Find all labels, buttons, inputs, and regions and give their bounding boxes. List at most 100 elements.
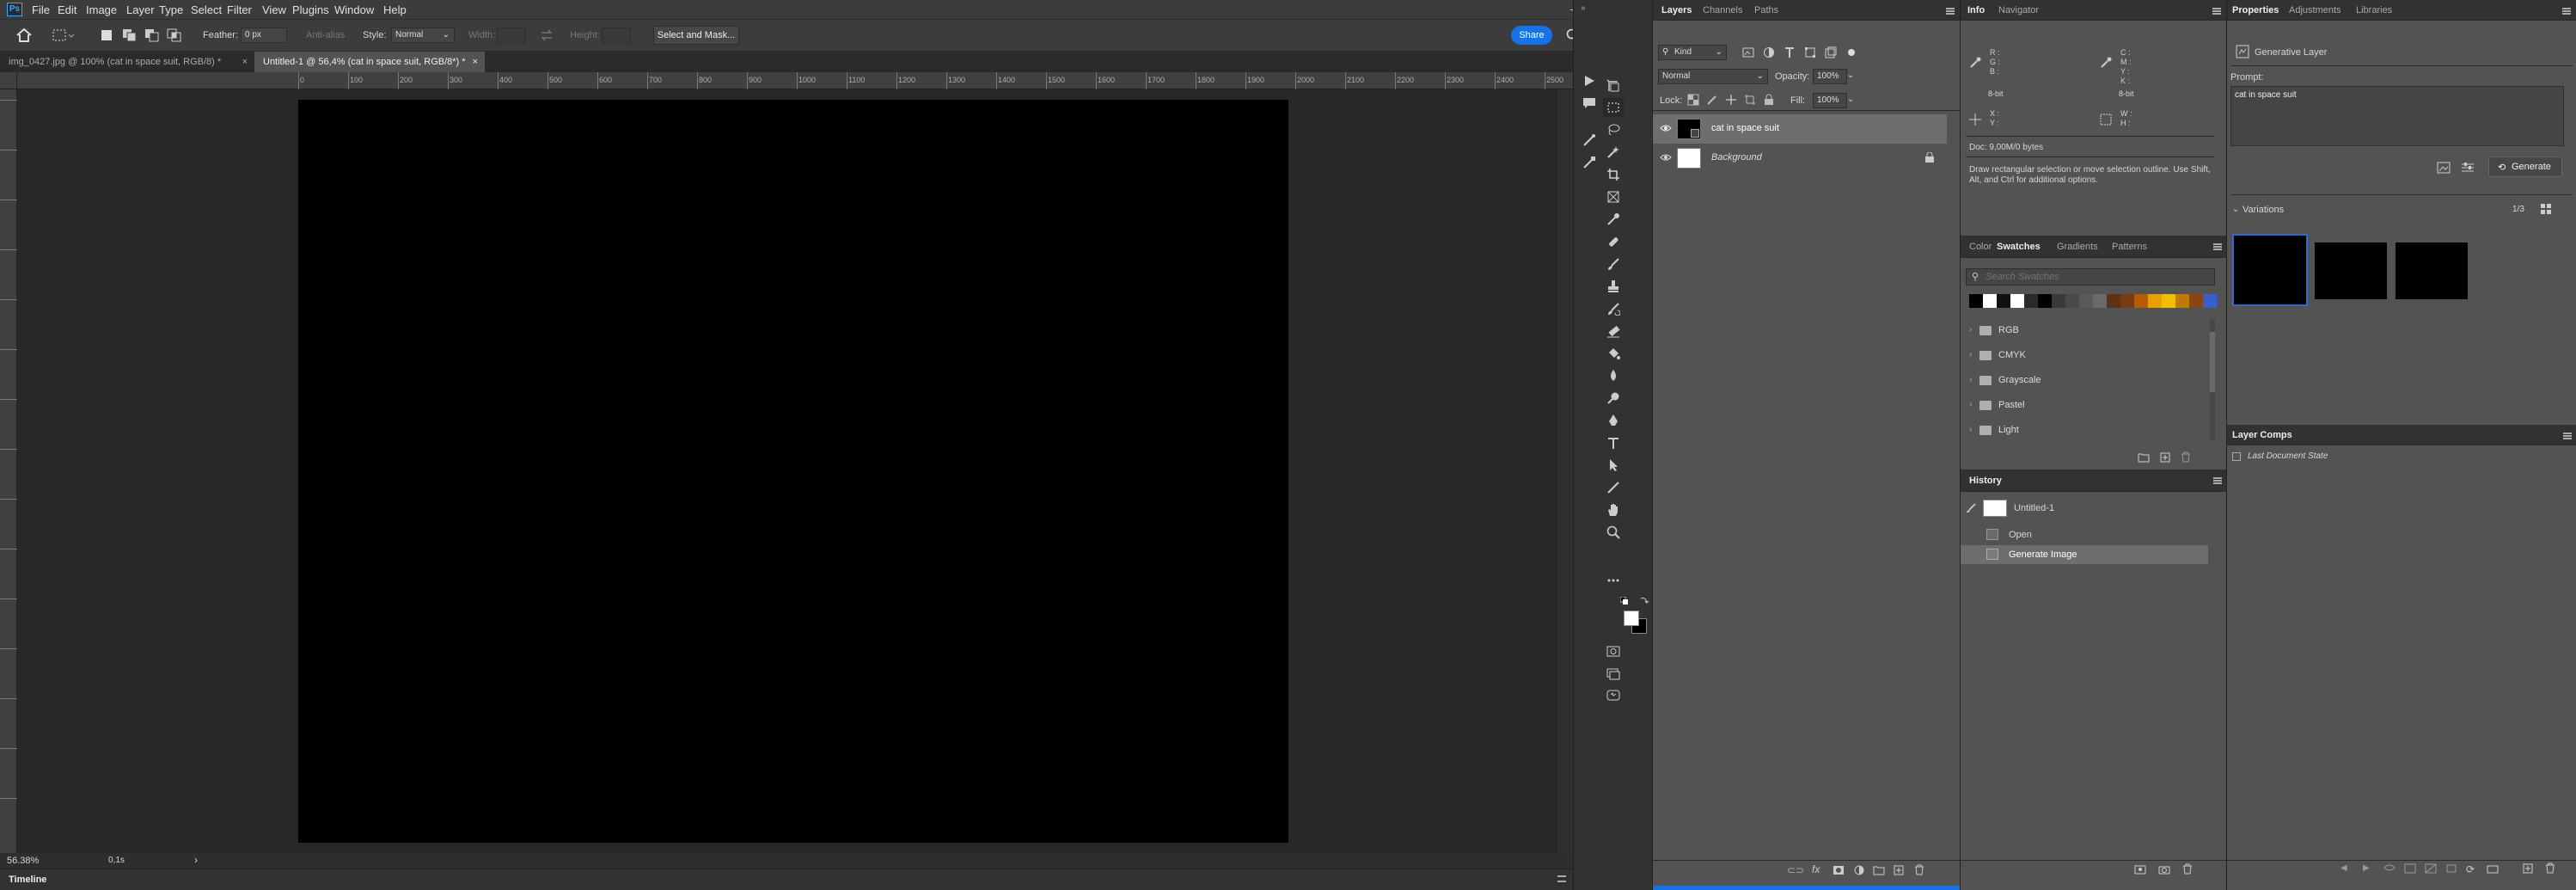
delete-state-icon[interactable] xyxy=(2182,863,2193,875)
menu-file[interactable]: File xyxy=(32,3,50,17)
swatch[interactable] xyxy=(1969,294,1983,308)
layer-row-background[interactable]: Background xyxy=(1653,144,1947,173)
new-layer-icon[interactable] xyxy=(1894,865,1904,875)
clone-stamp-tool-icon[interactable] xyxy=(1603,277,1624,296)
photoshop-logo[interactable]: Ps xyxy=(7,3,22,16)
swatch[interactable] xyxy=(2093,294,2107,308)
swatch[interactable] xyxy=(2134,294,2148,308)
comment-icon[interactable] xyxy=(1579,95,1600,114)
variations-label[interactable]: Variations xyxy=(2243,205,2284,215)
tab-paths[interactable]: Paths xyxy=(1754,0,1778,21)
swatch[interactable] xyxy=(2189,294,2203,308)
timeline-title[interactable]: Timeline xyxy=(9,875,46,885)
lock-position-icon[interactable] xyxy=(1725,94,1737,106)
layers-panel-menu-icon[interactable] xyxy=(1946,8,1955,15)
filter-smart-object-icon[interactable] xyxy=(1825,46,1837,58)
swatch[interactable] xyxy=(2010,294,2024,308)
filter-pixel-icon[interactable] xyxy=(1742,46,1754,58)
width-input[interactable] xyxy=(497,28,526,43)
eyedropper-tool-icon[interactable] xyxy=(1603,210,1624,229)
delete-layer-icon[interactable] xyxy=(1914,864,1924,875)
layer-filter-kind-select[interactable]: ⚲ Kind ⌄ xyxy=(1658,45,1727,60)
swatch[interactable] xyxy=(2038,294,2052,308)
swatch[interactable] xyxy=(2079,294,2093,308)
eye-icon[interactable] xyxy=(1660,153,1672,162)
menu-help[interactable]: Help xyxy=(383,3,407,17)
comp-appearance-icon[interactable] xyxy=(2425,863,2437,874)
swatch[interactable] xyxy=(2065,294,2079,308)
delete-swatch-icon[interactable] xyxy=(2181,451,2191,463)
close-tab-icon[interactable]: × xyxy=(242,52,248,72)
new-snapshot-icon[interactable] xyxy=(2158,864,2170,875)
blur-tool-icon[interactable] xyxy=(1603,366,1624,385)
history-brush-tool-icon[interactable] xyxy=(1603,299,1624,318)
more-tools-icon[interactable] xyxy=(1603,571,1624,590)
swap-icon[interactable] xyxy=(540,29,554,41)
path-selection-tool-icon[interactable] xyxy=(1603,456,1624,475)
brush-tool-icon[interactable] xyxy=(1603,255,1624,273)
chevron-down-icon[interactable]: ⌄ xyxy=(1847,95,1854,104)
swatches-search-input[interactable] xyxy=(1986,270,2209,284)
generative-ai-icon[interactable] xyxy=(1603,686,1624,705)
swatch[interactable] xyxy=(2203,294,2217,308)
lock-pixels-icon[interactable] xyxy=(1706,94,1718,106)
horizontal-ruler[interactable]: 0 100 200 300 400 500 600 700 800 900 1000 1100 1200… xyxy=(0,72,1573,89)
new-swatch-group-icon[interactable] xyxy=(2138,452,2150,463)
rectangular-marquee-tool-icon[interactable] xyxy=(1603,98,1624,117)
tab-img-0427[interactable]: img_0427.jpg @ 100% (cat in space suit, … xyxy=(0,52,254,72)
share-button[interactable]: Share xyxy=(1511,26,1552,45)
swap-colors-icon[interactable] xyxy=(1639,595,1649,605)
menu-image[interactable]: Image xyxy=(86,3,117,17)
new-selection-icon[interactable] xyxy=(100,28,113,42)
eraser-tool-icon[interactable] xyxy=(1603,322,1624,341)
select-and-mask-button[interactable]: Select and Mask... xyxy=(653,26,739,45)
swatch[interactable] xyxy=(2120,294,2134,308)
swatches-scrollbar[interactable] xyxy=(2210,320,2215,440)
comp-artboard-icon[interactable] xyxy=(2445,863,2457,874)
brush-settings-icon[interactable] xyxy=(1579,131,1600,150)
quick-mask-icon[interactable] xyxy=(1603,641,1624,660)
history-item-generate-image[interactable]: Generate Image xyxy=(1961,545,2208,564)
adjustment-presets-icon[interactable] xyxy=(1579,153,1600,172)
menu-type[interactable]: Type xyxy=(159,3,183,17)
history-item-open[interactable]: Open xyxy=(1961,525,2208,544)
close-tab-icon[interactable]: × xyxy=(473,52,478,72)
swatch[interactable] xyxy=(2175,294,2189,308)
swatch[interactable] xyxy=(2107,294,2120,308)
lasso-tool-icon[interactable] xyxy=(1603,120,1624,139)
menu-window[interactable]: Window xyxy=(334,3,374,17)
layer-name[interactable]: cat in space suit xyxy=(1711,123,1779,133)
history-brush-source-icon[interactable] xyxy=(1966,503,1976,513)
zoom-tool-icon[interactable] xyxy=(1603,523,1624,542)
vertical-scrollbar[interactable] xyxy=(1557,89,1573,853)
foreground-color-swatch[interactable] xyxy=(1624,611,1639,626)
new-swatch-icon[interactable] xyxy=(2160,452,2170,463)
tab-swatches[interactable]: Swatches xyxy=(1997,236,2041,258)
add-selection-icon[interactable] xyxy=(122,28,138,42)
variation-thumbnail-2[interactable] xyxy=(2315,242,2387,299)
chevron-right-icon[interactable]: › xyxy=(1969,375,1972,384)
tab-libraries[interactable]: Libraries xyxy=(2356,0,2392,21)
history-snapshot[interactable]: Untitled-1 xyxy=(1961,499,2208,518)
comp-visibility-icon[interactable] xyxy=(2383,863,2395,872)
prompt-textarea[interactable]: cat in space suit xyxy=(2230,86,2564,146)
status-menu-arrow[interactable]: › xyxy=(194,854,198,866)
rectangle-marquee-preset-icon[interactable] xyxy=(52,28,76,42)
layer-row-cat-in-space-suit[interactable]: cat in space suit xyxy=(1653,114,1947,144)
reference-image-icon[interactable] xyxy=(2437,162,2451,174)
filter-type-icon[interactable] xyxy=(1784,46,1796,58)
home-icon[interactable] xyxy=(15,28,33,43)
paint-bucket-tool-icon[interactable] xyxy=(1603,344,1624,363)
intersect-selection-icon[interactable] xyxy=(167,28,182,42)
tab-properties[interactable]: Properties xyxy=(2232,0,2279,21)
scrollbar-thumb[interactable] xyxy=(2210,332,2215,392)
generation-settings-icon[interactable] xyxy=(2461,162,2475,174)
crop-tool-icon[interactable] xyxy=(1603,165,1624,184)
tab-color[interactable]: Color xyxy=(1969,236,1992,258)
chevron-right-icon[interactable]: › xyxy=(1969,400,1972,409)
menu-layer[interactable]: Layer xyxy=(126,3,155,17)
swatch-folder-grayscale[interactable]: › Grayscale xyxy=(1961,368,2218,393)
line-tool-icon[interactable] xyxy=(1603,478,1624,497)
tab-layers[interactable]: Layers xyxy=(1661,0,1692,21)
new-group-icon[interactable] xyxy=(1873,865,1885,875)
